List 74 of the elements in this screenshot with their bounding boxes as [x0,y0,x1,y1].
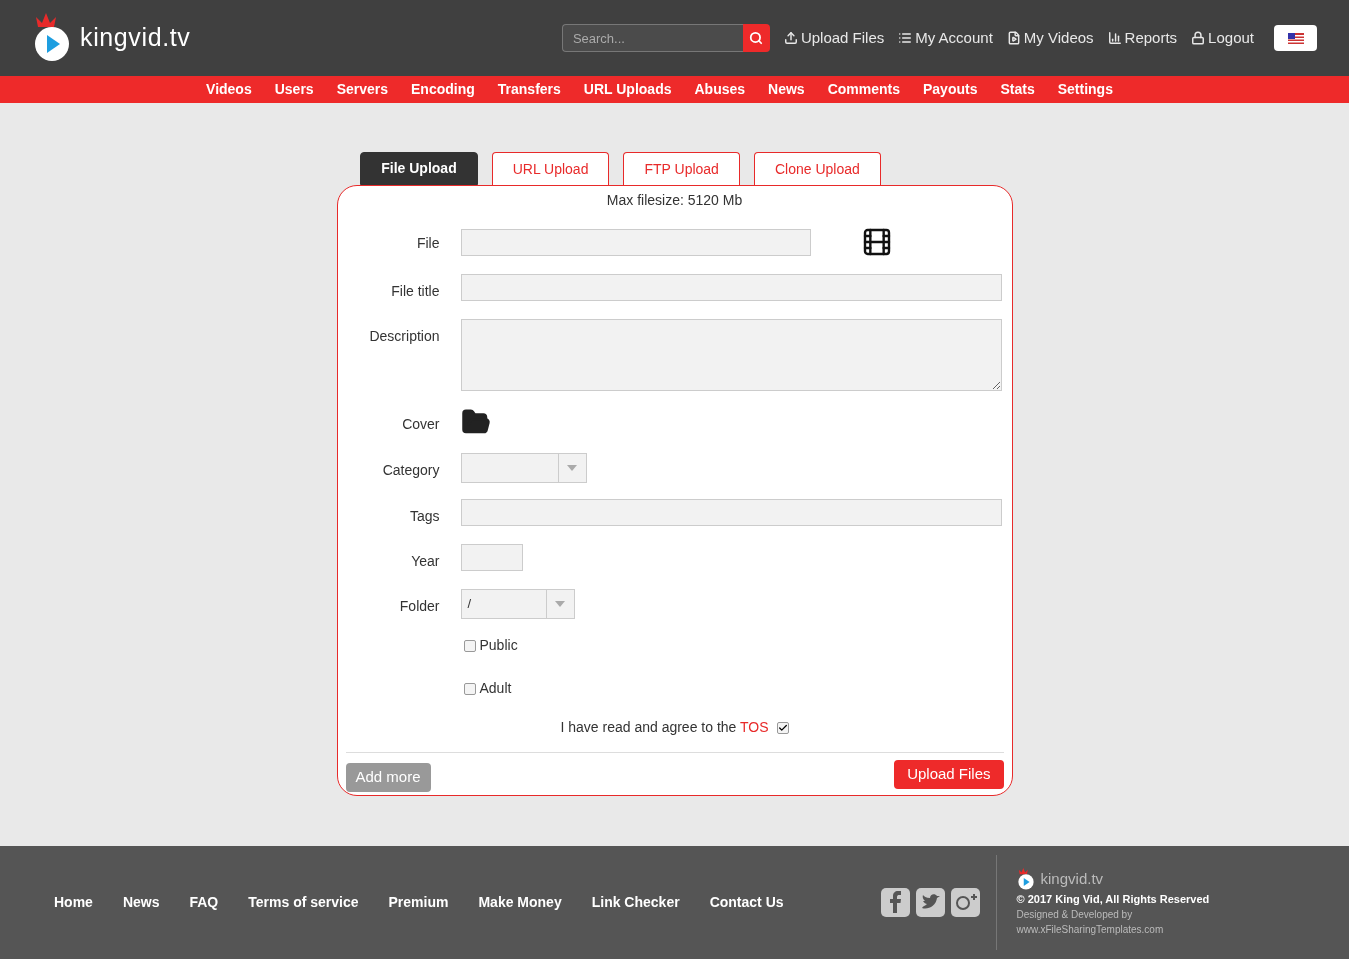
field-label: Year [411,553,440,569]
user-menu-link[interactable]: Upload Files [783,26,885,50]
upload-tab[interactable]: URL Upload [491,152,610,185]
field-label: Description [369,328,440,344]
tos-text: I have read and agree to the TOS [560,718,769,737]
google-plus-icon[interactable] [950,888,980,917]
logout-icon [1191,31,1206,45]
add-more-button[interactable]: Add more [345,763,431,792]
search-field[interactable]: Search... [561,24,743,52]
user-menu-link[interactable]: Logout [1191,26,1254,50]
videos-icon [1006,31,1021,45]
copyright: © 2017 King Vid, All Rights Reserved [1016,891,1210,907]
checkbox[interactable] [463,682,476,695]
account-icon [898,31,913,45]
footer-link[interactable]: Premium [388,892,449,913]
facebook-icon[interactable] [880,888,910,917]
upload-tab[interactable]: File Upload [360,152,478,185]
nav-link[interactable]: Transfers [497,79,561,100]
checkbox-label: Public [479,636,518,655]
footer-link[interactable]: Link Checker [591,892,680,913]
footer-link[interactable]: Make Money [478,892,562,913]
checkbox[interactable] [463,639,476,652]
year-input[interactable] [460,544,523,571]
nav-link[interactable]: Servers [336,79,388,100]
nav-link[interactable]: Comments [827,79,900,100]
field-label: Tags [409,508,440,524]
designed-by: Designed & Developed by [1016,908,1134,922]
twitter-icon[interactable] [915,888,945,917]
upload-tab[interactable]: FTP Upload [623,152,740,185]
field-label: File [416,235,440,251]
nav-link[interactable]: URL Uploads [583,79,672,100]
nav-link[interactable]: News [768,79,805,100]
field-label: Category [382,462,440,478]
tos-checkbox[interactable] [776,721,789,734]
file-input[interactable] [460,228,811,256]
footer-link[interactable]: Terms of service [248,892,359,913]
footer-link[interactable]: FAQ [189,892,219,913]
tos-link[interactable]: TOS [740,719,769,735]
upload-icon [783,31,798,45]
search-icon [749,31,764,45]
field-label: File title [391,283,440,299]
caret-icon [567,465,577,471]
field-label: Cover [402,416,440,432]
user-menu-link[interactable]: My Account [898,26,993,50]
max-filesize: Max filesize: 5120 Mb [605,191,744,210]
nav-link[interactable]: Users [274,79,314,100]
checkbox-label: Adult [479,679,512,698]
language-button[interactable] [1274,25,1317,51]
user-menu-link[interactable]: Reports [1107,26,1178,50]
footer-link[interactable]: Home [54,892,93,913]
text-input[interactable] [460,274,1002,301]
nav-link[interactable]: Videos [206,79,252,100]
designer-site: www.xFileSharingTemplates.com [1016,923,1165,937]
nav-link[interactable]: Stats [1000,79,1035,100]
nav-link[interactable]: Payouts [923,79,978,100]
select-dropdown[interactable]: / [460,589,575,619]
nav-link[interactable]: Encoding [411,79,475,100]
flag-icon [1287,32,1304,44]
user-menu-link[interactable]: My Videos [1006,26,1094,50]
upload-files-button[interactable]: Upload Files [894,760,1004,789]
logo-icon [1016,868,1035,891]
upload-tab[interactable]: Clone Upload [753,152,881,185]
search-button[interactable] [742,24,770,52]
logo-icon [32,13,72,63]
caret-icon [555,601,565,607]
footer-brand: kingvid.tv [1040,869,1104,889]
footer-link[interactable]: News [122,892,160,913]
reports-icon [1107,31,1122,45]
field-label: Folder [399,598,440,614]
nav-link[interactable]: Abuses [694,79,746,100]
nav-link[interactable]: Settings [1057,79,1113,100]
logo-text[interactable]: kingvid.tv [80,19,191,57]
text-input[interactable] [460,499,1002,526]
footer-link[interactable]: Contact Us [709,892,784,913]
